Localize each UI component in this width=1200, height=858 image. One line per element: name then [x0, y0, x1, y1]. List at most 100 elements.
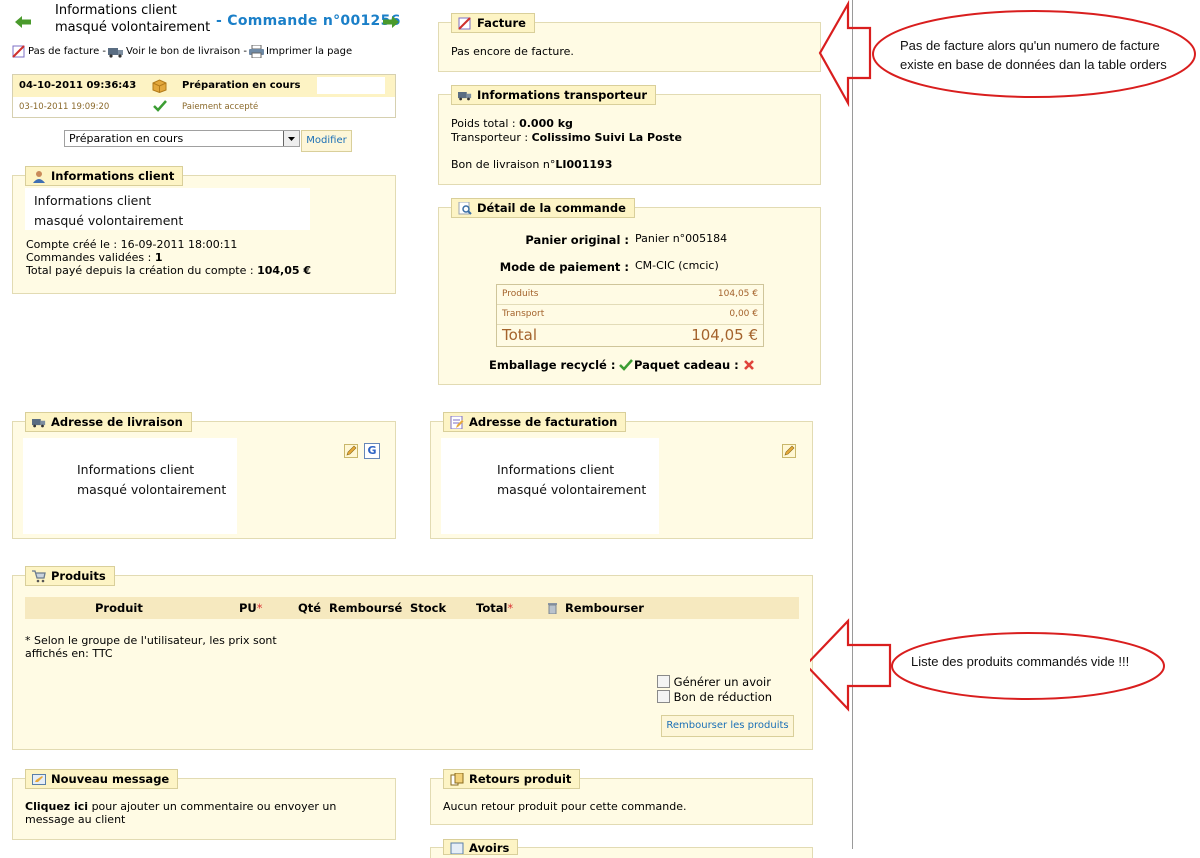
- column-total: Total*: [476, 601, 514, 615]
- products-annotation-note: Liste des produits commandés vide !!!: [911, 654, 1130, 669]
- modify-status-button[interactable]: Modifier: [301, 130, 352, 152]
- column-unit-price: PU*: [239, 601, 263, 615]
- products-panel: Produits Produit PU* Qté Remboursé Stock…: [12, 566, 813, 750]
- totals-row-products: Produits 104,05 €: [497, 285, 763, 305]
- truck-icon: [108, 47, 124, 58]
- return-icon: [450, 772, 464, 785]
- products-annotation-arrow-icon: [810, 618, 892, 712]
- order-status-history: 04-10-2011 09:36:43 Préparation en cours…: [12, 74, 396, 118]
- cross-icon: [743, 360, 754, 370]
- check-icon: [153, 100, 167, 112]
- delivery-slip-number: Bon de livraison n°LI001193: [451, 158, 613, 171]
- cart-icon: [32, 569, 46, 582]
- no-invoice-icon: [12, 45, 25, 58]
- click-here-link[interactable]: Cliquez ici: [25, 800, 88, 813]
- total-weight: Poids total : 0.000 kg: [451, 117, 573, 130]
- masked-client-name: Informations client masqué volontairemen…: [55, 3, 211, 35]
- validated-orders: Commandes validées : 1: [26, 251, 163, 264]
- status-history-row: 03-10-2011 19:09:20 Paiement accepté: [13, 97, 395, 117]
- product-returns-text: Aucun retour produit pour cette commande…: [443, 800, 687, 813]
- google-maps-icon[interactable]: G: [364, 443, 380, 459]
- annotation-shapes: [810, 0, 1196, 712]
- magnifier-icon: [458, 201, 472, 215]
- invoice-annotation-note: Pas de facture alors qu'un numero de fac…: [900, 38, 1167, 72]
- order-detail-legend: Détail de la commande: [451, 198, 635, 218]
- truck-icon: [32, 418, 46, 427]
- products-legend: Produits: [25, 566, 115, 586]
- edit-pencil-icon[interactable]: [344, 444, 358, 458]
- invoice-annotation-arrow-icon: [818, 0, 872, 108]
- printer-icon: [248, 45, 264, 58]
- masked-employee: [317, 77, 385, 94]
- package-icon: [152, 79, 167, 93]
- masked-billing-address: Informations client masqué volontairemen…: [441, 438, 659, 534]
- invoice-legend: Facture: [451, 13, 535, 33]
- invoice-icon: [450, 415, 464, 429]
- generate-credit-checkbox[interactable]: [657, 675, 670, 688]
- totals-row-shipping: Transport 0,00 €: [497, 305, 763, 325]
- client-info-legend: Informations client: [25, 166, 184, 186]
- client-info-panel: Informations client Informations client …: [12, 166, 396, 294]
- order-detail-panel: Détail de la commande Panier original : …: [438, 198, 821, 385]
- edit-pencil-icon[interactable]: [782, 444, 796, 458]
- gift-wrapping: Paquet cadeau :: [634, 358, 755, 372]
- column-quantity: Qté: [298, 601, 322, 615]
- chevron-down-icon[interactable]: [283, 131, 299, 146]
- next-order-arrow-icon[interactable]: [382, 15, 400, 29]
- new-message-panel: Nouveau message Cliquez ici pour ajouter…: [12, 769, 396, 840]
- delivery-slip-link[interactable]: Voir le bon de livraison -: [126, 46, 247, 57]
- voucher-checkbox[interactable]: [657, 690, 670, 703]
- order-totals-table: Produits 104,05 € Transport 0,00 € Total…: [496, 284, 764, 347]
- trash-icon: [548, 603, 557, 614]
- print-page-link[interactable]: Imprimer la page: [266, 46, 352, 57]
- voucher-option[interactable]: Bon de réduction: [657, 690, 772, 705]
- price-display-note: * Selon le groupe de l'utilisateur, les …: [25, 634, 277, 660]
- column-refund: Rembourser: [565, 601, 644, 615]
- product-returns-panel: Retours produit Aucun retour produit pou…: [430, 769, 813, 825]
- payment-method-value: CM-CIC (cmcic): [635, 259, 719, 272]
- original-cart-value[interactable]: Panier n°005184: [635, 232, 727, 245]
- masked-delivery-address: Informations client masqué volontairemen…: [23, 438, 237, 534]
- column-product: Produit: [95, 601, 143, 615]
- carrier-panel: Informations transporteur Poids total : …: [438, 85, 821, 185]
- billing-address-panel: Adresse de facturation Informations clie…: [430, 412, 813, 539]
- payment-method-label: Mode de paiement :: [499, 260, 629, 274]
- delivery-address-panel: Adresse de livraison G Informations clie…: [12, 412, 396, 539]
- check-icon: [619, 359, 634, 371]
- recycled-packaging: Emballage recyclé :: [489, 358, 634, 372]
- invoice-panel: Facture Pas encore de facture.: [438, 13, 821, 72]
- totals-row-total: Total 104,05 €: [502, 326, 758, 344]
- order-status-select[interactable]: Préparation en cours: [64, 130, 300, 147]
- delivery-address-legend: Adresse de livraison: [25, 412, 192, 432]
- total-paid: Total payé depuis la création du compte …: [26, 264, 312, 277]
- credit-slip-icon: [450, 842, 464, 854]
- no-invoice-link[interactable]: Pas de facture -: [28, 46, 106, 57]
- no-invoice-icon: [458, 16, 471, 30]
- refund-products-button[interactable]: Rembourser les produits: [661, 715, 794, 737]
- account-created: Compte créé le : 16-09-2011 18:00:11: [26, 238, 238, 251]
- products-table-header: Produit PU* Qté Remboursé Stock Total* R…: [25, 597, 799, 619]
- original-cart-label: Panier original :: [525, 233, 629, 247]
- column-stock: Stock: [410, 601, 447, 615]
- invoice-status-text: Pas encore de facture.: [451, 45, 574, 58]
- refund-options: Générer un avoir Bon de réduction: [657, 675, 772, 705]
- order-title: - Commande n°001256: [216, 13, 401, 29]
- carrier-legend: Informations transporteur: [451, 85, 657, 105]
- carrier-details: Poids total : 0.000 kg Transporteur : Co…: [451, 117, 682, 172]
- user-icon: [33, 170, 45, 183]
- order-action-links: Pas de facture - Voir le bon de livraiso…: [12, 45, 352, 58]
- new-message-text: Cliquez ici pour ajouter un commentaire …: [25, 800, 337, 826]
- carrier-name: Transporteur : Colissimo Suivi La Poste: [451, 131, 682, 144]
- client-stats: Compte créé le : 16-09-2011 18:00:11 Com…: [26, 238, 311, 277]
- status-history-row: 04-10-2011 09:36:43 Préparation en cours: [13, 75, 395, 97]
- previous-order-arrow-icon[interactable]: [14, 15, 32, 29]
- generate-credit-option[interactable]: Générer un avoir: [657, 675, 772, 690]
- product-returns-legend: Retours produit: [443, 769, 581, 789]
- truck-icon: [458, 91, 472, 100]
- message-icon: [32, 773, 46, 785]
- billing-address-legend: Adresse de facturation: [443, 412, 627, 432]
- credits-legend: Avoirs: [443, 839, 519, 855]
- new-message-legend: Nouveau message: [25, 769, 179, 789]
- masked-client-details: Informations client masqué volontairemen…: [25, 188, 310, 230]
- column-refunded: Remboursé: [329, 601, 403, 615]
